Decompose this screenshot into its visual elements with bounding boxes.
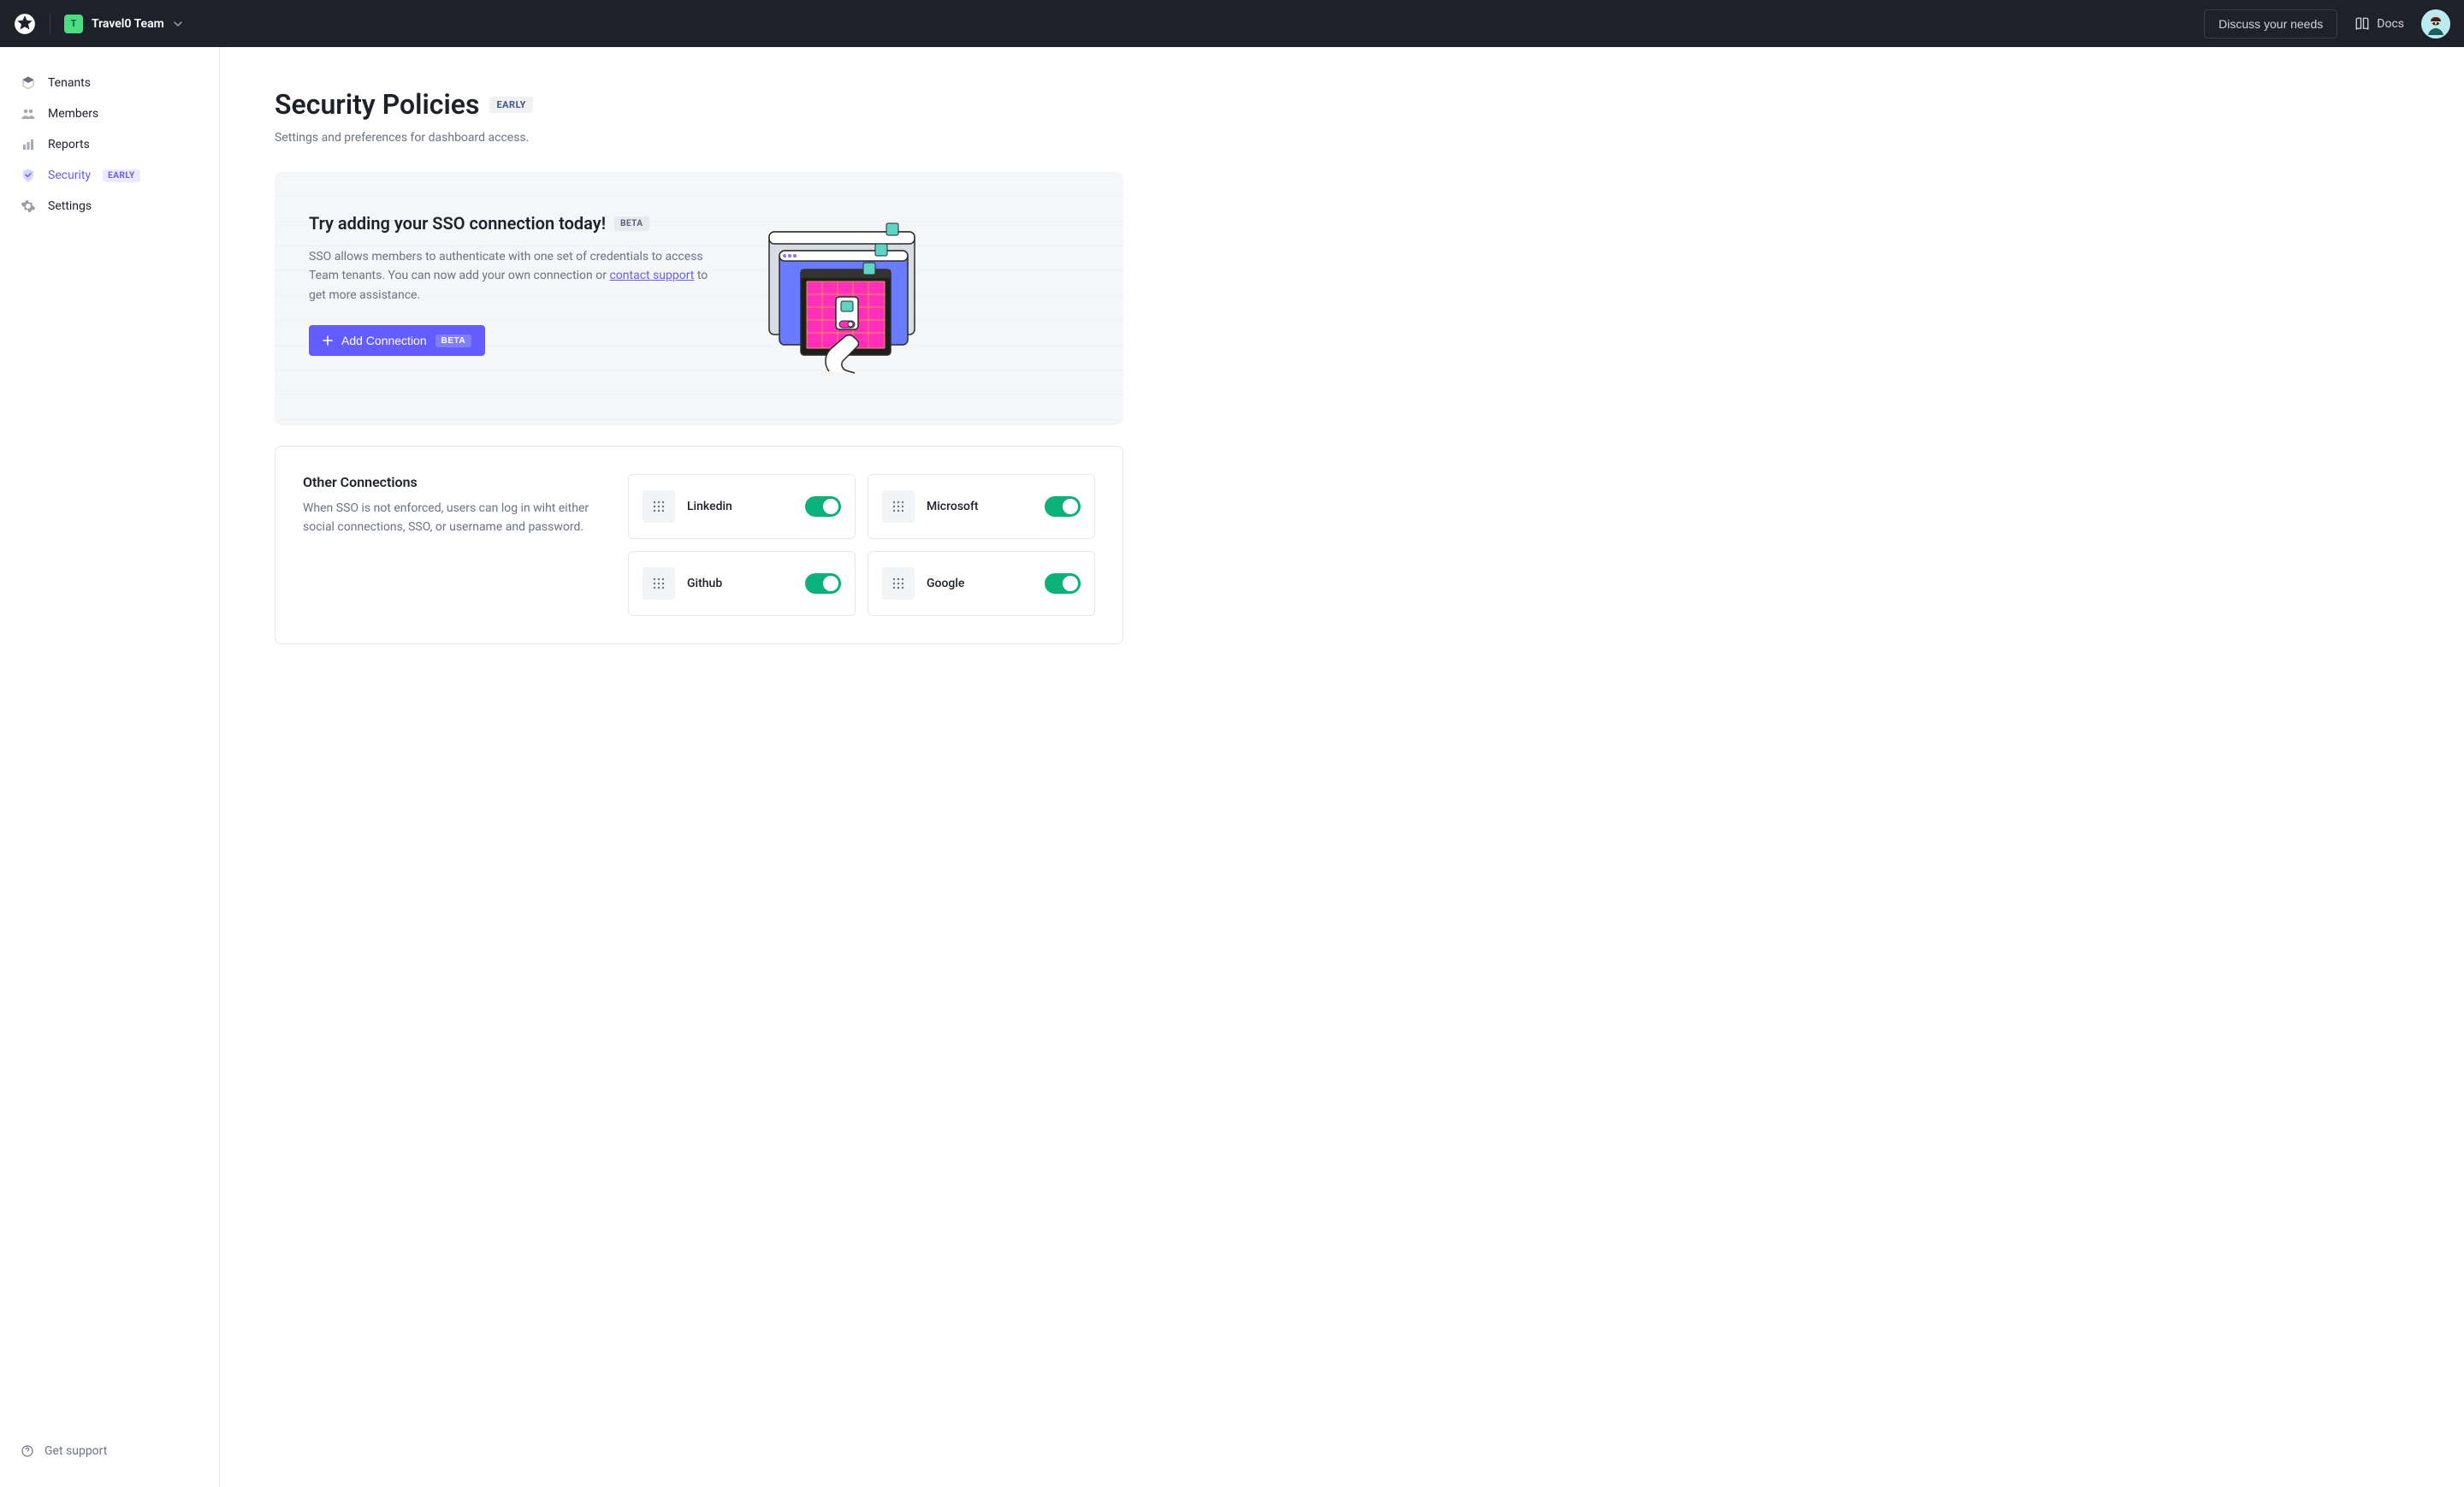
page-title: Security Policies	[275, 88, 479, 121]
main-content: Security Policies EARLY Settings and pre…	[220, 47, 1178, 1487]
sidebar-item-label: Security	[48, 169, 91, 182]
sidebar-item-label: Reports	[48, 138, 90, 151]
connections-title: Other Connections	[303, 474, 594, 490]
sidebar-item-label: Tenants	[48, 76, 91, 90]
connection-item-linkedin: Linkedin	[628, 474, 856, 539]
app-header: T Travel0 Team Discuss your needs Docs	[0, 0, 2464, 47]
promo-illustration	[754, 213, 942, 384]
sidebar: Tenants Members Reports Security EARLY	[0, 47, 220, 1487]
sidebar-item-members[interactable]: Members	[0, 98, 219, 129]
users-icon	[21, 106, 36, 121]
brand-logo[interactable]	[14, 13, 36, 35]
cube-icon	[21, 75, 36, 91]
sidebar-item-tenants[interactable]: Tenants	[0, 68, 219, 98]
shield-check-icon	[21, 168, 36, 183]
user-avatar[interactable]	[2421, 9, 2450, 39]
connection-toggle[interactable]	[805, 496, 841, 517]
chart-icon	[21, 137, 36, 152]
add-connection-button[interactable]: Add Connection BETA	[309, 325, 485, 356]
connection-item-microsoft: Microsoft	[868, 474, 1095, 539]
connections-grid: Linkedin Microsoft Github	[628, 474, 1095, 616]
promo-title: Try adding your SSO connection today!	[309, 213, 606, 234]
team-badge: T	[64, 15, 83, 33]
page-title-row: Security Policies EARLY	[275, 88, 1123, 121]
sso-promo-card: Try adding your SSO connection today! BE…	[275, 172, 1123, 425]
docs-label: Docs	[2377, 17, 2404, 31]
drag-handle-icon[interactable]	[643, 490, 675, 523]
page-description: Settings and preferences for dashboard a…	[275, 131, 1123, 145]
contact-support-link[interactable]: contact support	[609, 269, 694, 282]
connection-toggle[interactable]	[805, 573, 841, 594]
connection-toggle[interactable]	[1045, 496, 1081, 517]
sidebar-item-settings[interactable]: Settings	[0, 191, 219, 222]
button-beta-badge: BETA	[435, 335, 471, 347]
team-switcher[interactable]: T Travel0 Team	[64, 15, 183, 33]
nav-list: Tenants Members Reports Security EARLY	[0, 68, 219, 222]
connection-item-google: Google	[868, 551, 1095, 616]
drag-handle-icon[interactable]	[882, 567, 915, 600]
plus-icon	[323, 335, 333, 346]
book-icon	[2354, 16, 2370, 32]
help-icon	[21, 1444, 34, 1458]
drag-handle-icon[interactable]	[643, 567, 675, 600]
early-badge: EARLY	[103, 169, 140, 182]
gear-icon	[21, 198, 36, 214]
header-right: Discuss your needs Docs	[2204, 9, 2450, 39]
sidebar-item-reports[interactable]: Reports	[0, 129, 219, 160]
early-badge: EARLY	[489, 97, 532, 113]
discuss-button[interactable]: Discuss your needs	[2204, 9, 2337, 39]
promo-description: SSO allows members to authenticate with …	[309, 247, 720, 305]
team-name: Travel0 Team	[92, 17, 164, 31]
connection-name: Github	[687, 577, 793, 590]
connection-toggle[interactable]	[1045, 573, 1081, 594]
button-label: Add Connection	[341, 334, 427, 347]
other-connections-card: Other Connections When SSO is not enforc…	[275, 446, 1123, 644]
connection-name: Google	[927, 577, 1033, 590]
sidebar-item-security[interactable]: Security EARLY	[0, 160, 219, 191]
docs-link[interactable]: Docs	[2354, 16, 2404, 32]
beta-badge: BETA	[614, 216, 649, 231]
drag-handle-icon[interactable]	[882, 490, 915, 523]
get-support-link[interactable]: Get support	[0, 1436, 219, 1466]
connection-item-github: Github	[628, 551, 856, 616]
header-left: T Travel0 Team	[14, 13, 183, 35]
connection-name: Microsoft	[927, 500, 1033, 513]
sidebar-item-label: Members	[48, 107, 98, 121]
sidebar-item-label: Settings	[48, 199, 92, 213]
chevron-down-icon	[173, 19, 183, 29]
connections-description: When SSO is not enforced, users can log …	[303, 499, 594, 537]
connection-name: Linkedin	[687, 500, 793, 513]
support-label: Get support	[44, 1444, 107, 1458]
